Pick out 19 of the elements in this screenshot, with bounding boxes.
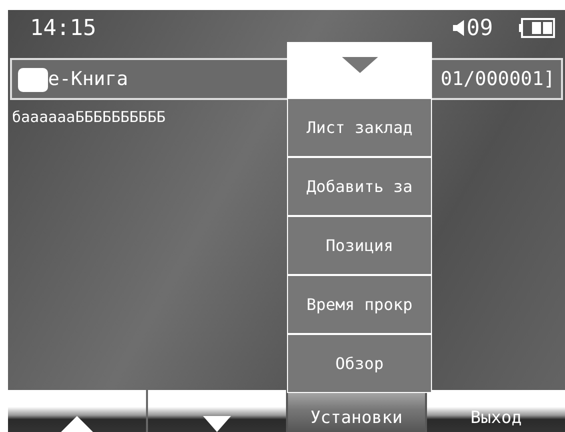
menu-item[interactable]: Обзор: [288, 335, 431, 392]
page-counter: 01/000001]: [440, 68, 555, 90]
book-text: бааааааББББББББББ: [12, 108, 166, 126]
down-key[interactable]: [148, 390, 286, 432]
battery-icon: [519, 18, 555, 38]
volume-level: 09: [466, 16, 493, 40]
menu-item[interactable]: Время прокр: [288, 276, 431, 333]
up-key[interactable]: [8, 390, 146, 432]
menu-item[interactable]: Добавить за: [288, 158, 431, 215]
menu-item[interactable]: Лист заклад: [288, 99, 431, 156]
scroll-down-icon[interactable]: [342, 57, 378, 73]
book-title: e-Книга: [48, 68, 130, 90]
speaker-icon: [452, 20, 464, 36]
soft-key[interactable]: Выход: [427, 390, 565, 432]
menu-item[interactable]: Позиция: [288, 217, 431, 274]
soft-key[interactable]: Установки: [288, 390, 426, 432]
down-arrow-icon: [202, 416, 231, 432]
up-arrow-icon: [60, 416, 93, 432]
clock-time: 14:15: [30, 16, 98, 40]
